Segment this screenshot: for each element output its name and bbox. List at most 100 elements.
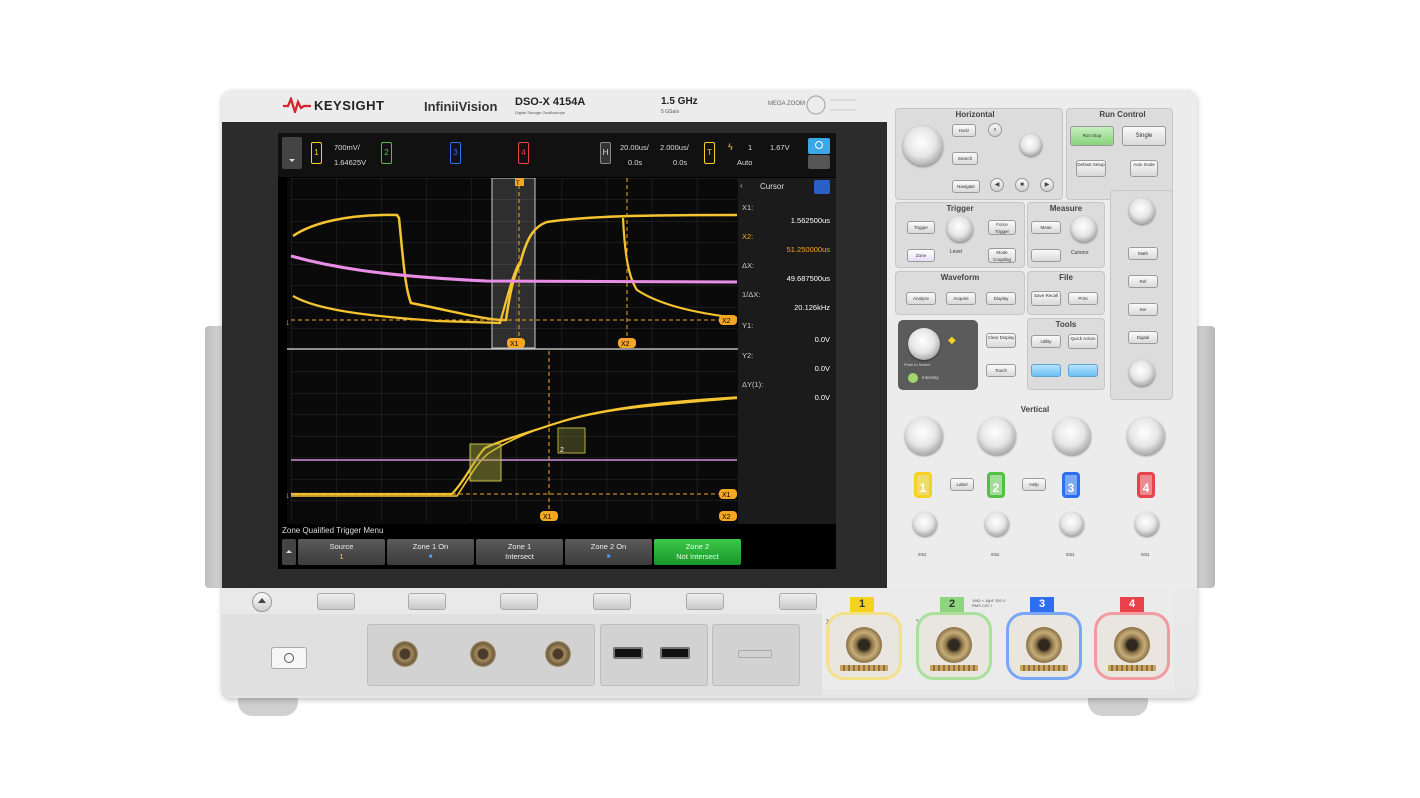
single-button[interactable]: Single bbox=[1122, 126, 1166, 146]
cursors-button[interactable] bbox=[1031, 249, 1061, 262]
trigger-button[interactable]: Trigger bbox=[907, 221, 935, 234]
quick-action-button[interactable]: Quick Action bbox=[1068, 334, 1098, 349]
softkey-zone2-on[interactable]: Zone 2 On ■ bbox=[565, 539, 652, 565]
upper-multiplex-knob[interactable] bbox=[1129, 198, 1155, 224]
run-stop-button[interactable]: Run Stop bbox=[1070, 126, 1114, 146]
touch-button[interactable]: Touch bbox=[986, 364, 1016, 377]
y2-value: 0.0V bbox=[814, 364, 830, 373]
auto-scale-button[interactable]: Auto Scale bbox=[1130, 160, 1158, 177]
horizontal-scale-knob[interactable] bbox=[903, 126, 943, 166]
label-button[interactable]: Label bbox=[950, 478, 974, 491]
channel-1-indicator[interactable]: 1 bbox=[311, 142, 322, 164]
usb-port-1[interactable] bbox=[613, 647, 643, 659]
intensity-indicator[interactable] bbox=[908, 373, 918, 383]
series-name: InfiniiVision bbox=[424, 99, 498, 114]
horiz-button[interactable]: Horiz bbox=[952, 124, 976, 137]
horizontal-indicator[interactable]: H bbox=[600, 142, 611, 164]
softkey-button-4[interactable] bbox=[593, 593, 631, 610]
nav-forward-button[interactable]: ▶ bbox=[1040, 178, 1054, 192]
softkey-button-2[interactable] bbox=[408, 593, 446, 610]
usb-port-2[interactable] bbox=[660, 647, 690, 659]
ch1-zoom-ground-label: 1 bbox=[287, 493, 289, 500]
mode-coupling-button[interactable]: Mode Coupling bbox=[988, 248, 1016, 263]
ch1-scale-knob[interactable] bbox=[905, 417, 943, 455]
nav-back-button[interactable]: ◀ bbox=[990, 178, 1004, 192]
input-2-bnc[interactable] bbox=[936, 627, 972, 663]
probe-comp-terminal[interactable] bbox=[738, 650, 772, 658]
analyze-button[interactable]: Analyze bbox=[906, 292, 936, 305]
utility-button[interactable]: Utility bbox=[1031, 335, 1061, 348]
y1-value: 0.0V bbox=[814, 335, 830, 344]
trigger-zone-1[interactable] bbox=[469, 443, 502, 482]
horizontal-position-knob[interactable] bbox=[1020, 134, 1042, 156]
digital-button[interactable]: Digital bbox=[1128, 331, 1158, 344]
lower-multiplex-knob[interactable] bbox=[1129, 360, 1155, 386]
softkey-source-label: Source bbox=[329, 542, 354, 551]
trigger-indicator[interactable]: T bbox=[704, 142, 715, 164]
navigate-button[interactable]: Navigate bbox=[952, 180, 980, 193]
clear-display-button[interactable]: Clear Display bbox=[986, 333, 1016, 348]
cursor-panel-menu-button[interactable] bbox=[814, 180, 830, 194]
help-button[interactable]: Help bbox=[1022, 478, 1046, 491]
zone-button[interactable]: Zone bbox=[907, 249, 935, 262]
softkey-zone1-mode[interactable]: Zone 1 Intersect bbox=[476, 539, 563, 565]
meas-button[interactable]: Meas bbox=[1031, 221, 1061, 234]
print-button[interactable]: Print bbox=[1068, 292, 1098, 305]
ch3-position-knob[interactable] bbox=[1060, 512, 1084, 536]
digital-voltmeter-button[interactable] bbox=[1068, 364, 1098, 377]
demo-connector-1[interactable] bbox=[470, 641, 496, 667]
channel-4-button[interactable]: 4 bbox=[1137, 472, 1155, 498]
default-setup-button[interactable]: Default Setup bbox=[1076, 160, 1106, 177]
channel-1-button[interactable]: 1 bbox=[914, 472, 932, 498]
cursors-knob[interactable] bbox=[1071, 216, 1097, 242]
search-button[interactable]: Search bbox=[952, 152, 978, 165]
ch2-position-knob[interactable] bbox=[985, 512, 1009, 536]
softkey-zone1-on[interactable]: Zone 1 On ■ bbox=[387, 539, 474, 565]
nav-stop-button[interactable]: ■ bbox=[1015, 178, 1029, 192]
entry-knob[interactable] bbox=[908, 328, 940, 360]
channel-3-button[interactable]: 3 bbox=[1062, 472, 1080, 498]
ch4-scale-knob[interactable] bbox=[1127, 417, 1165, 455]
save-recall-button[interactable]: Save Recall bbox=[1031, 291, 1061, 306]
softkey-zone1-on-value: ■ bbox=[428, 554, 433, 560]
serial-button[interactable]: Ser bbox=[1128, 303, 1158, 316]
trigger-level-knob[interactable] bbox=[947, 216, 973, 242]
ch2-scale-knob[interactable] bbox=[978, 417, 1016, 455]
input-1-label: 1 bbox=[850, 597, 874, 612]
ch4-position-knob[interactable] bbox=[1135, 512, 1159, 536]
softkey-source[interactable]: Source 1 bbox=[298, 539, 385, 565]
aux-out-connector[interactable] bbox=[392, 641, 418, 667]
menu-toggle-button[interactable] bbox=[282, 137, 302, 169]
zoom-toggle-button[interactable] bbox=[808, 155, 830, 169]
display-button[interactable]: Display bbox=[986, 292, 1016, 305]
ref-button[interactable]: Ref bbox=[1128, 275, 1158, 288]
menu-back-button[interactable] bbox=[282, 539, 296, 565]
chevron-left-icon[interactable]: ‹ bbox=[740, 181, 750, 190]
input-3-bnc[interactable] bbox=[1026, 627, 1062, 663]
input-4-bnc[interactable] bbox=[1114, 627, 1150, 663]
softkey-zone2-mode[interactable]: Zone 2 Not Intersect bbox=[654, 539, 741, 565]
softkey-button-5[interactable] bbox=[686, 593, 724, 610]
math-button[interactable]: Math bbox=[1128, 247, 1158, 260]
display-screen[interactable]: 1 700mV/ 1.64625V 2 3 4 H 20.00us/ 2.000… bbox=[278, 133, 836, 569]
acquire-button[interactable]: Acquire bbox=[946, 292, 976, 305]
channel-2-button[interactable]: 2 bbox=[987, 472, 1005, 498]
input-1-bnc[interactable] bbox=[846, 627, 882, 663]
softkey-button-6[interactable] bbox=[779, 593, 817, 610]
zoom-button[interactable]: ⌕ bbox=[988, 123, 1002, 137]
demo-connector-2[interactable] bbox=[545, 641, 571, 667]
waveform-plot-area[interactable]: X1 X2 X2 X1 X1 X2 T 1 1 2 bbox=[285, 177, 738, 524]
waveform-gen-button[interactable] bbox=[1031, 364, 1061, 377]
channel-2-indicator[interactable]: 2 bbox=[381, 142, 392, 164]
touch-pointer-button[interactable] bbox=[808, 138, 830, 154]
force-trigger-button[interactable]: Force Trigger bbox=[988, 220, 1016, 235]
ch1-position-knob[interactable] bbox=[913, 512, 937, 536]
channel-3-indicator[interactable]: 3 bbox=[450, 142, 461, 164]
softkey-button-1[interactable] bbox=[317, 593, 355, 610]
channel-4-indicator[interactable]: 4 bbox=[518, 142, 529, 164]
softkey-button-3[interactable] bbox=[500, 593, 538, 610]
ch3-scale-knob[interactable] bbox=[1053, 417, 1091, 455]
back-button[interactable] bbox=[252, 592, 272, 612]
x1-label: X1: bbox=[742, 203, 754, 212]
power-button[interactable] bbox=[271, 647, 307, 669]
